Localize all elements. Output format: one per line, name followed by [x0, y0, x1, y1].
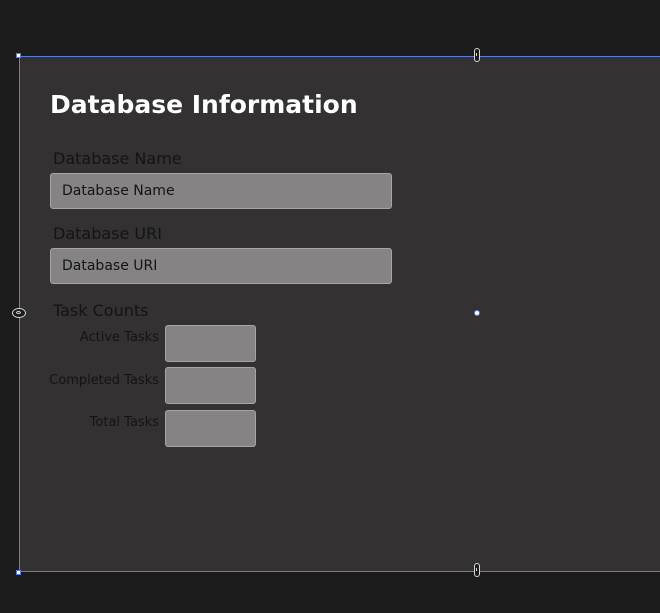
total-tasks-label: Total Tasks: [89, 415, 159, 430]
database-name-input[interactable]: [50, 173, 392, 209]
resize-grip-top[interactable]: [474, 48, 480, 62]
selection-handle-top-left[interactable]: [16, 53, 21, 58]
database-uri-label: Database URI: [53, 224, 162, 243]
designer-canvas: Database Information Database Name Datab…: [0, 0, 660, 613]
active-tasks-label: Active Tasks: [79, 330, 159, 345]
resize-grip-left[interactable]: [12, 308, 26, 318]
database-uri-input[interactable]: [50, 248, 392, 284]
total-tasks-field[interactable]: [165, 410, 256, 447]
selection-handle-bottom-left[interactable]: [16, 570, 21, 575]
task-counts-heading: Task Counts: [53, 301, 149, 320]
completed-tasks-label: Completed Tasks: [49, 373, 159, 388]
resize-grip-bottom[interactable]: [474, 563, 480, 577]
database-name-label: Database Name: [53, 149, 182, 168]
completed-tasks-field[interactable]: [165, 367, 256, 404]
active-tasks-field[interactable]: [165, 325, 256, 362]
page-title: Database Information: [50, 90, 358, 119]
center-point-handle[interactable]: [474, 310, 480, 316]
